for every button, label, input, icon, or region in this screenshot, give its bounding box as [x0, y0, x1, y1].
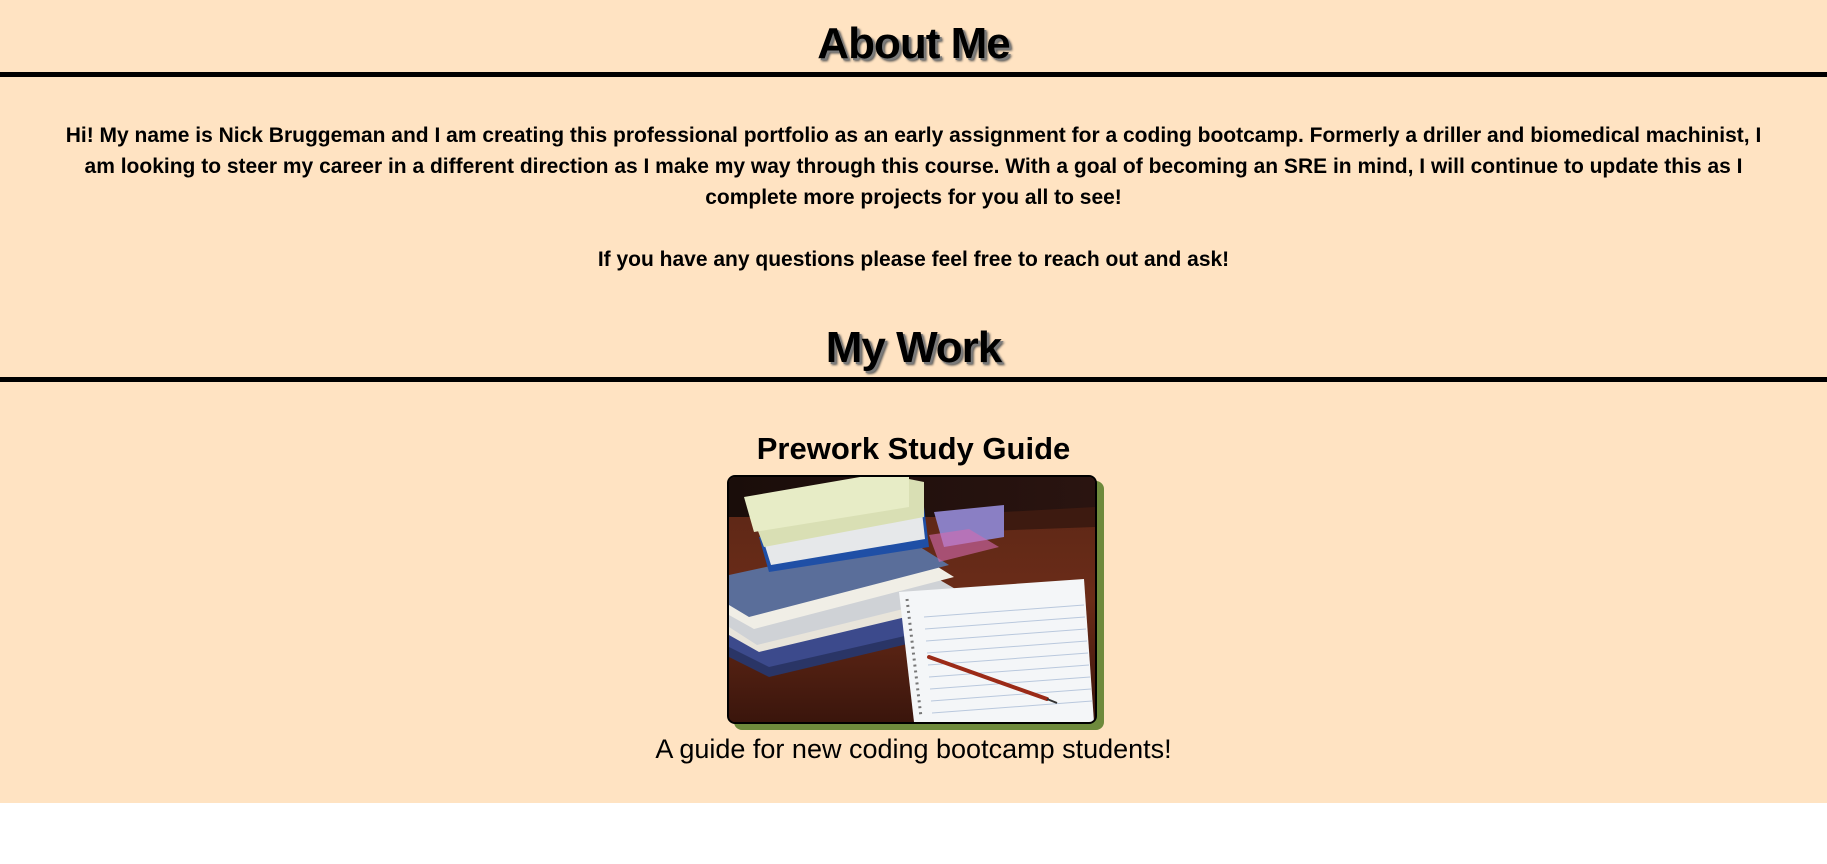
my-work-heading: My Work [825, 323, 1003, 372]
about-divider [0, 72, 1827, 77]
project-image-link[interactable] [727, 475, 1097, 724]
project-image [729, 477, 1095, 722]
project-description: A guide for new coding bootcamp students… [655, 734, 1172, 764]
portfolio-page: About Me Hi! My name is Nick Bruggeman a… [0, 0, 1827, 803]
work-divider [0, 377, 1827, 382]
project-title: Prework Study Guide [756, 431, 1071, 466]
contact-note: If you have any questions please feel fr… [597, 248, 1230, 271]
about-me-heading: About Me [817, 19, 1010, 68]
about-paragraph: Hi! My name is Nick Bruggeman and I am c… [65, 124, 1762, 209]
